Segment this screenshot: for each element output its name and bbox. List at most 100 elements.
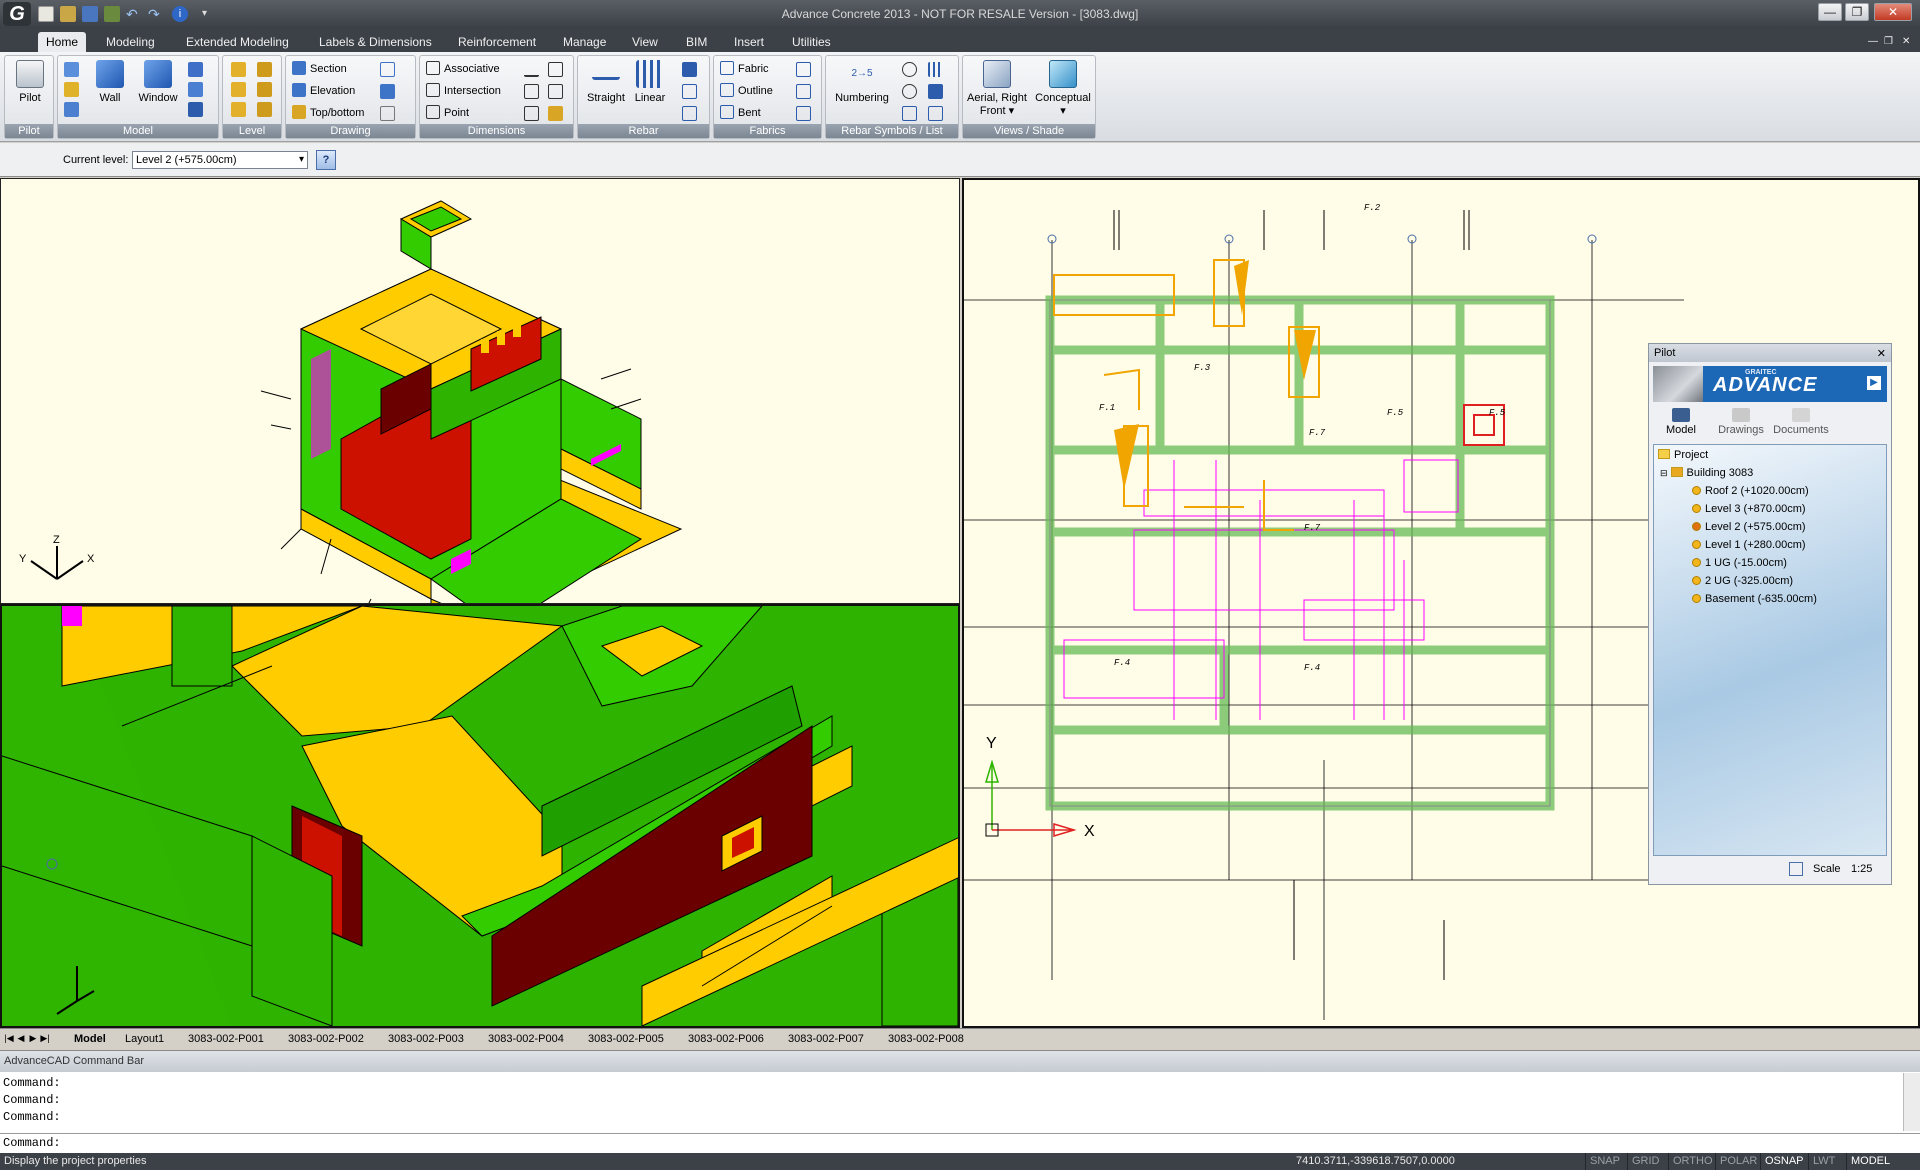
rebar-multiply-icon[interactable] [682, 106, 697, 121]
fabric-edit-icon[interactable] [796, 62, 811, 77]
layout-tab[interactable]: 3083-002-P007 [788, 1031, 864, 1047]
polar-toggle[interactable]: POLAR [1715, 1153, 1761, 1170]
rebar-table-icon[interactable] [928, 106, 943, 121]
wall-button[interactable]: Wall [88, 60, 132, 104]
tab-labels-dimensions[interactable]: Labels & Dimensions [319, 32, 432, 52]
prev-tab-icon[interactable]: ◀ [16, 1032, 26, 1045]
tab-extended-modeling[interactable]: Extended Modeling [186, 32, 289, 52]
tree-node-building[interactable]: ⊟ Building 3083 [1660, 465, 1753, 481]
rebar-distribution-icon[interactable] [682, 62, 697, 77]
layout-tab-model[interactable]: Model [74, 1031, 106, 1047]
topbottom-button[interactable]: Top/bottom [292, 104, 364, 122]
3d-view-icon[interactable] [380, 84, 395, 99]
pilot-tab-documents[interactable]: Documents [1771, 408, 1831, 436]
rebar-symbol-icon[interactable] [902, 106, 917, 121]
tab-manage[interactable]: Manage [563, 32, 606, 52]
level-properties-button[interactable]: ? [316, 150, 336, 170]
window-button[interactable]: Window [134, 60, 182, 104]
tree-node-level-current[interactable]: Level 2 (+575.00cm) [1692, 519, 1806, 535]
rebar-mark-icon[interactable] [902, 84, 917, 99]
project-tree[interactable]: Project ⊟ Building 3083 Roof 2 (+1020.00c… [1653, 444, 1887, 856]
minimize-button[interactable]: — [1818, 3, 1842, 21]
tree-node-level[interactable]: 1 UG (-15.00cm) [1692, 555, 1787, 571]
tree-node-level[interactable]: Level 3 (+870.00cm) [1692, 501, 1806, 517]
tree-node-level[interactable]: Roof 2 (+1020.00cm) [1692, 483, 1809, 499]
tree-node-level[interactable]: 2 UG (-325.00cm) [1692, 573, 1793, 589]
stair-icon[interactable] [188, 102, 203, 117]
tree-node-level[interactable]: Level 1 (+280.00cm) [1692, 537, 1806, 553]
scale-icon[interactable] [1789, 862, 1803, 876]
elevation-button[interactable]: Elevation [292, 82, 355, 100]
level-up-icon[interactable] [231, 82, 246, 97]
tab-reinforcement[interactable]: Reinforcement [458, 32, 536, 52]
layout-tab[interactable]: 3083-002-P005 [588, 1031, 664, 1047]
level-down-icon[interactable] [257, 82, 272, 97]
first-tab-icon[interactable]: |◀ [4, 1032, 14, 1045]
tab-view[interactable]: View [632, 32, 658, 52]
dim-edit-icon[interactable] [548, 62, 563, 77]
dim-style-icon[interactable] [548, 106, 563, 121]
fabric-button[interactable]: Fabric [720, 60, 769, 78]
column-icon[interactable] [64, 102, 79, 117]
bending-schedule-icon[interactable] [928, 84, 943, 99]
doc-close-button[interactable]: ✕ [1902, 32, 1910, 52]
dim-add-icon[interactable] [548, 84, 563, 99]
fabric-array-icon[interactable] [796, 106, 811, 121]
collapse-icon[interactable]: ⊟ [1660, 468, 1668, 478]
command-input[interactable]: Command: [0, 1133, 1920, 1153]
opening-icon[interactable] [188, 82, 203, 97]
pilot-button[interactable]: Pilot [11, 60, 49, 104]
level-create-icon[interactable] [231, 62, 246, 77]
command-history-scrollbar[interactable] [1903, 1073, 1920, 1131]
linear-button[interactable]: Linear [630, 60, 670, 104]
drawing-settings-icon[interactable] [380, 106, 395, 121]
beam-icon[interactable] [64, 62, 79, 77]
section-button[interactable]: Section [292, 60, 347, 78]
layout-tab[interactable]: 3083-002-P002 [288, 1031, 364, 1047]
detail-icon[interactable] [380, 62, 395, 77]
level-show-icon[interactable] [231, 102, 246, 117]
tab-utilities[interactable]: Utilities [792, 32, 831, 52]
viewport-closeup[interactable] [0, 604, 960, 1028]
current-level-select[interactable]: Level 2 (+575.00cm) [132, 151, 308, 169]
osnap-toggle[interactable]: OSNAP [1760, 1153, 1808, 1170]
tab-bim[interactable]: BIM [686, 32, 707, 52]
tree-node-project[interactable]: Project [1658, 447, 1708, 463]
play-icon[interactable]: ▶ [1867, 376, 1881, 390]
lwt-toggle[interactable]: LWT [1808, 1153, 1839, 1170]
point-button[interactable]: Point [426, 104, 469, 122]
grid-toggle[interactable]: GRID [1627, 1153, 1664, 1170]
dim-update-icon[interactable] [524, 84, 539, 99]
snap-toggle[interactable]: SNAP [1585, 1153, 1624, 1170]
level-copy-icon[interactable] [257, 62, 272, 77]
layout-tab[interactable]: 3083-002-P001 [188, 1031, 264, 1047]
conceptual-button[interactable]: Conceptual ▾ [1033, 60, 1093, 117]
scale-value[interactable]: 1:25 [1851, 860, 1872, 878]
pilot-title-bar[interactable]: Pilot ✕ [1649, 344, 1891, 362]
pilot-palette[interactable]: Pilot ✕ GRAITEC ADVANCE ▶ Model Drawings … [1648, 343, 1892, 885]
close-button[interactable]: ✕ [1874, 3, 1912, 21]
level-mark-icon[interactable] [524, 62, 539, 77]
ortho-toggle[interactable]: ORTHO [1668, 1153, 1717, 1170]
model-space-toggle[interactable]: MODEL [1846, 1153, 1894, 1170]
tab-insert[interactable]: Insert [734, 32, 764, 52]
associative-button[interactable]: Associative [426, 60, 500, 78]
fabric-cut-icon[interactable] [796, 84, 811, 99]
level-hide-icon[interactable] [257, 102, 272, 117]
rebar-list-icon[interactable] [928, 62, 943, 77]
slab-icon[interactable] [64, 82, 79, 97]
maximize-button[interactable]: ❐ [1845, 3, 1869, 21]
dim-remove-icon[interactable] [524, 106, 539, 121]
straight-button[interactable]: Straight [584, 60, 628, 104]
layout-tab[interactable]: Layout1 [125, 1031, 164, 1047]
layout-tab[interactable]: 3083-002-P008 [888, 1031, 964, 1047]
tree-node-level[interactable]: Basement (-635.00cm) [1692, 591, 1817, 607]
doc-minimize-button[interactable]: — [1868, 32, 1878, 52]
last-tab-icon[interactable]: ▶| [40, 1032, 50, 1045]
tab-home[interactable]: Home [38, 32, 87, 52]
outline-button[interactable]: Outline [720, 82, 773, 100]
numbering-button[interactable]: 2→5 Numbering [828, 60, 896, 104]
footing-icon[interactable] [188, 62, 203, 77]
next-tab-icon[interactable]: ▶ [28, 1032, 38, 1045]
aerial-right-front-button[interactable]: Aerial, Right Front ▾ [965, 60, 1029, 117]
